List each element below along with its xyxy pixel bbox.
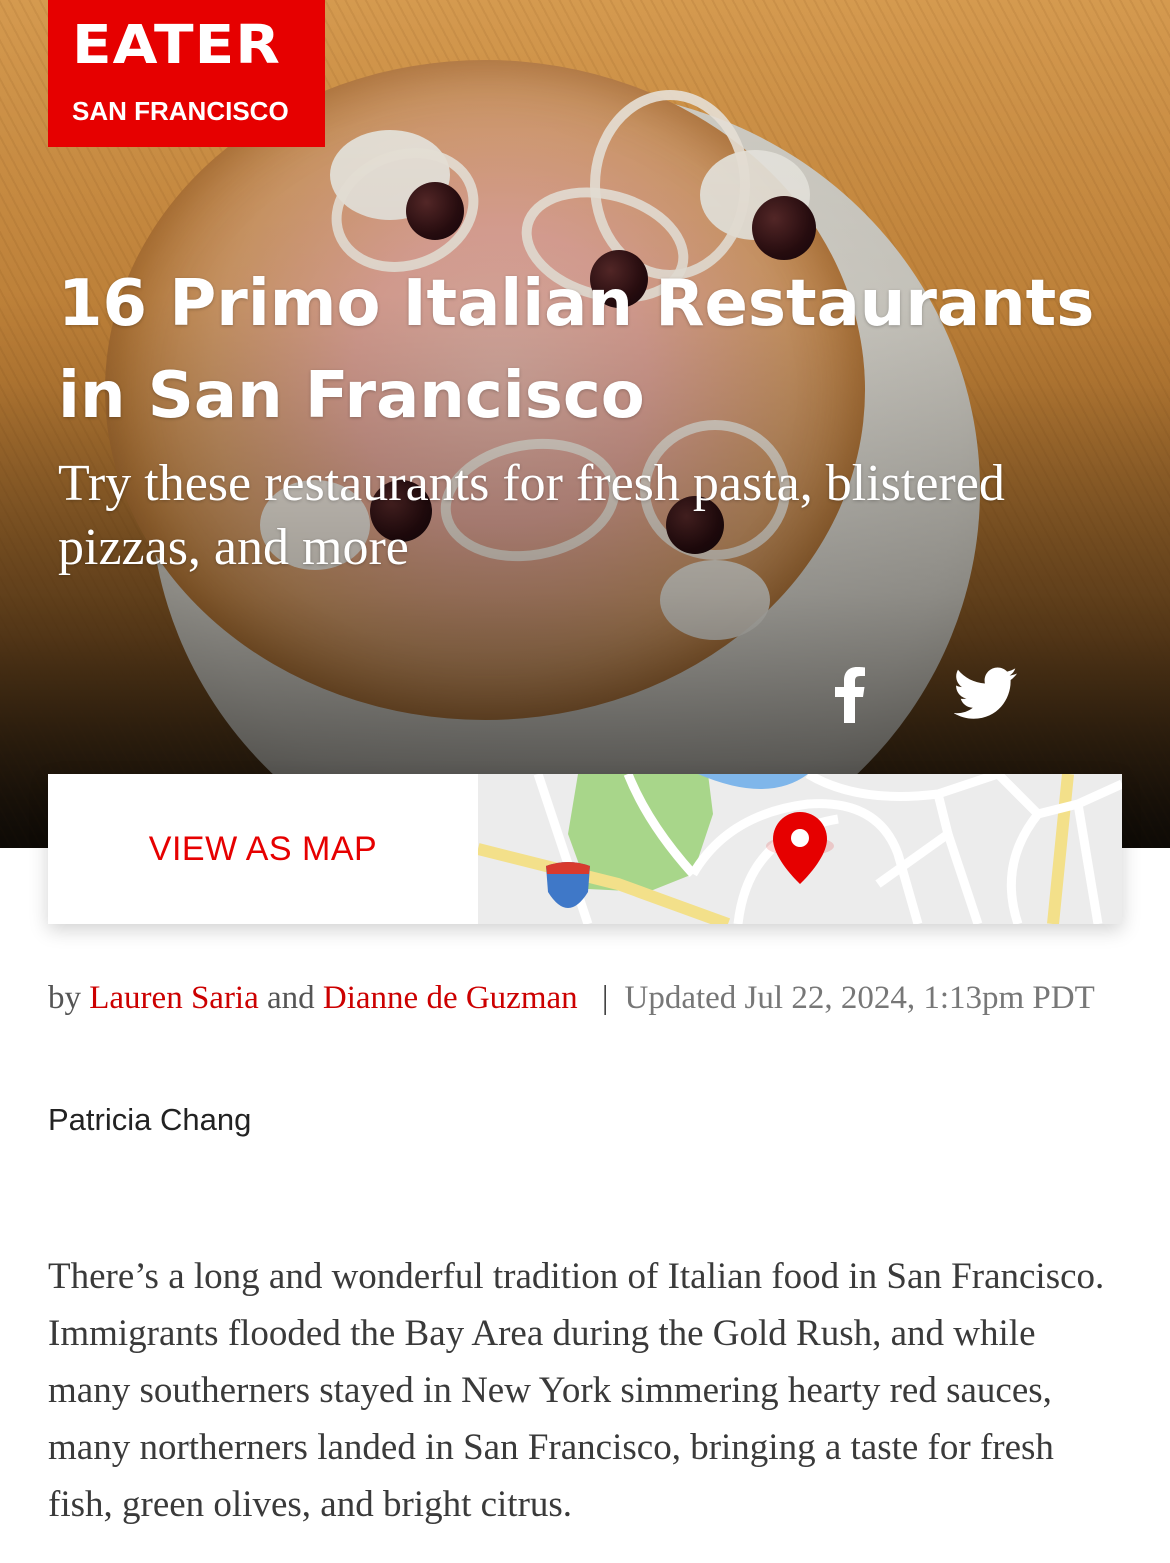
map-illustration [478, 774, 1122, 924]
logo-city: SAN FRANCISCO [72, 96, 289, 126]
facebook-icon [835, 667, 865, 723]
article-dek: Try these restaurants for fresh pasta, b… [58, 455, 1005, 576]
byline-separator: | [601, 980, 609, 1016]
byline-prefix: by [48, 980, 81, 1016]
page-title: 16 Primo Italian Restaurants in San Fran… [58, 267, 1095, 433]
author-link-lauren-saria[interactable]: Lauren Saria [89, 980, 259, 1016]
byline: by Lauren Saria and Dianne de Guzman | Up… [48, 972, 1118, 1024]
twitter-icon [954, 667, 1017, 719]
view-as-map-button[interactable]: VIEW AS MAP [48, 774, 478, 924]
photo-credit: Patricia Chang [48, 1102, 252, 1137]
author-link-dianne-de-guzman[interactable]: Dianne de Guzman [323, 980, 578, 1016]
facebook-share-button[interactable] [820, 662, 880, 726]
logo-wordmark: EATER [72, 13, 281, 76]
map-card: VIEW AS MAP [48, 774, 1122, 924]
article-intro: There’s a long and wonderful tradition o… [48, 1256, 1105, 1525]
map-preview[interactable] [478, 774, 1122, 924]
updated-timestamp: Updated Jul 22, 2024, 1:13pm PDT [624, 980, 1095, 1016]
twitter-share-button[interactable] [950, 662, 1022, 726]
byline-conjunction: and [267, 980, 315, 1016]
eater-sf-logo[interactable]: EATER SAN FRANCISCO [48, 0, 325, 147]
